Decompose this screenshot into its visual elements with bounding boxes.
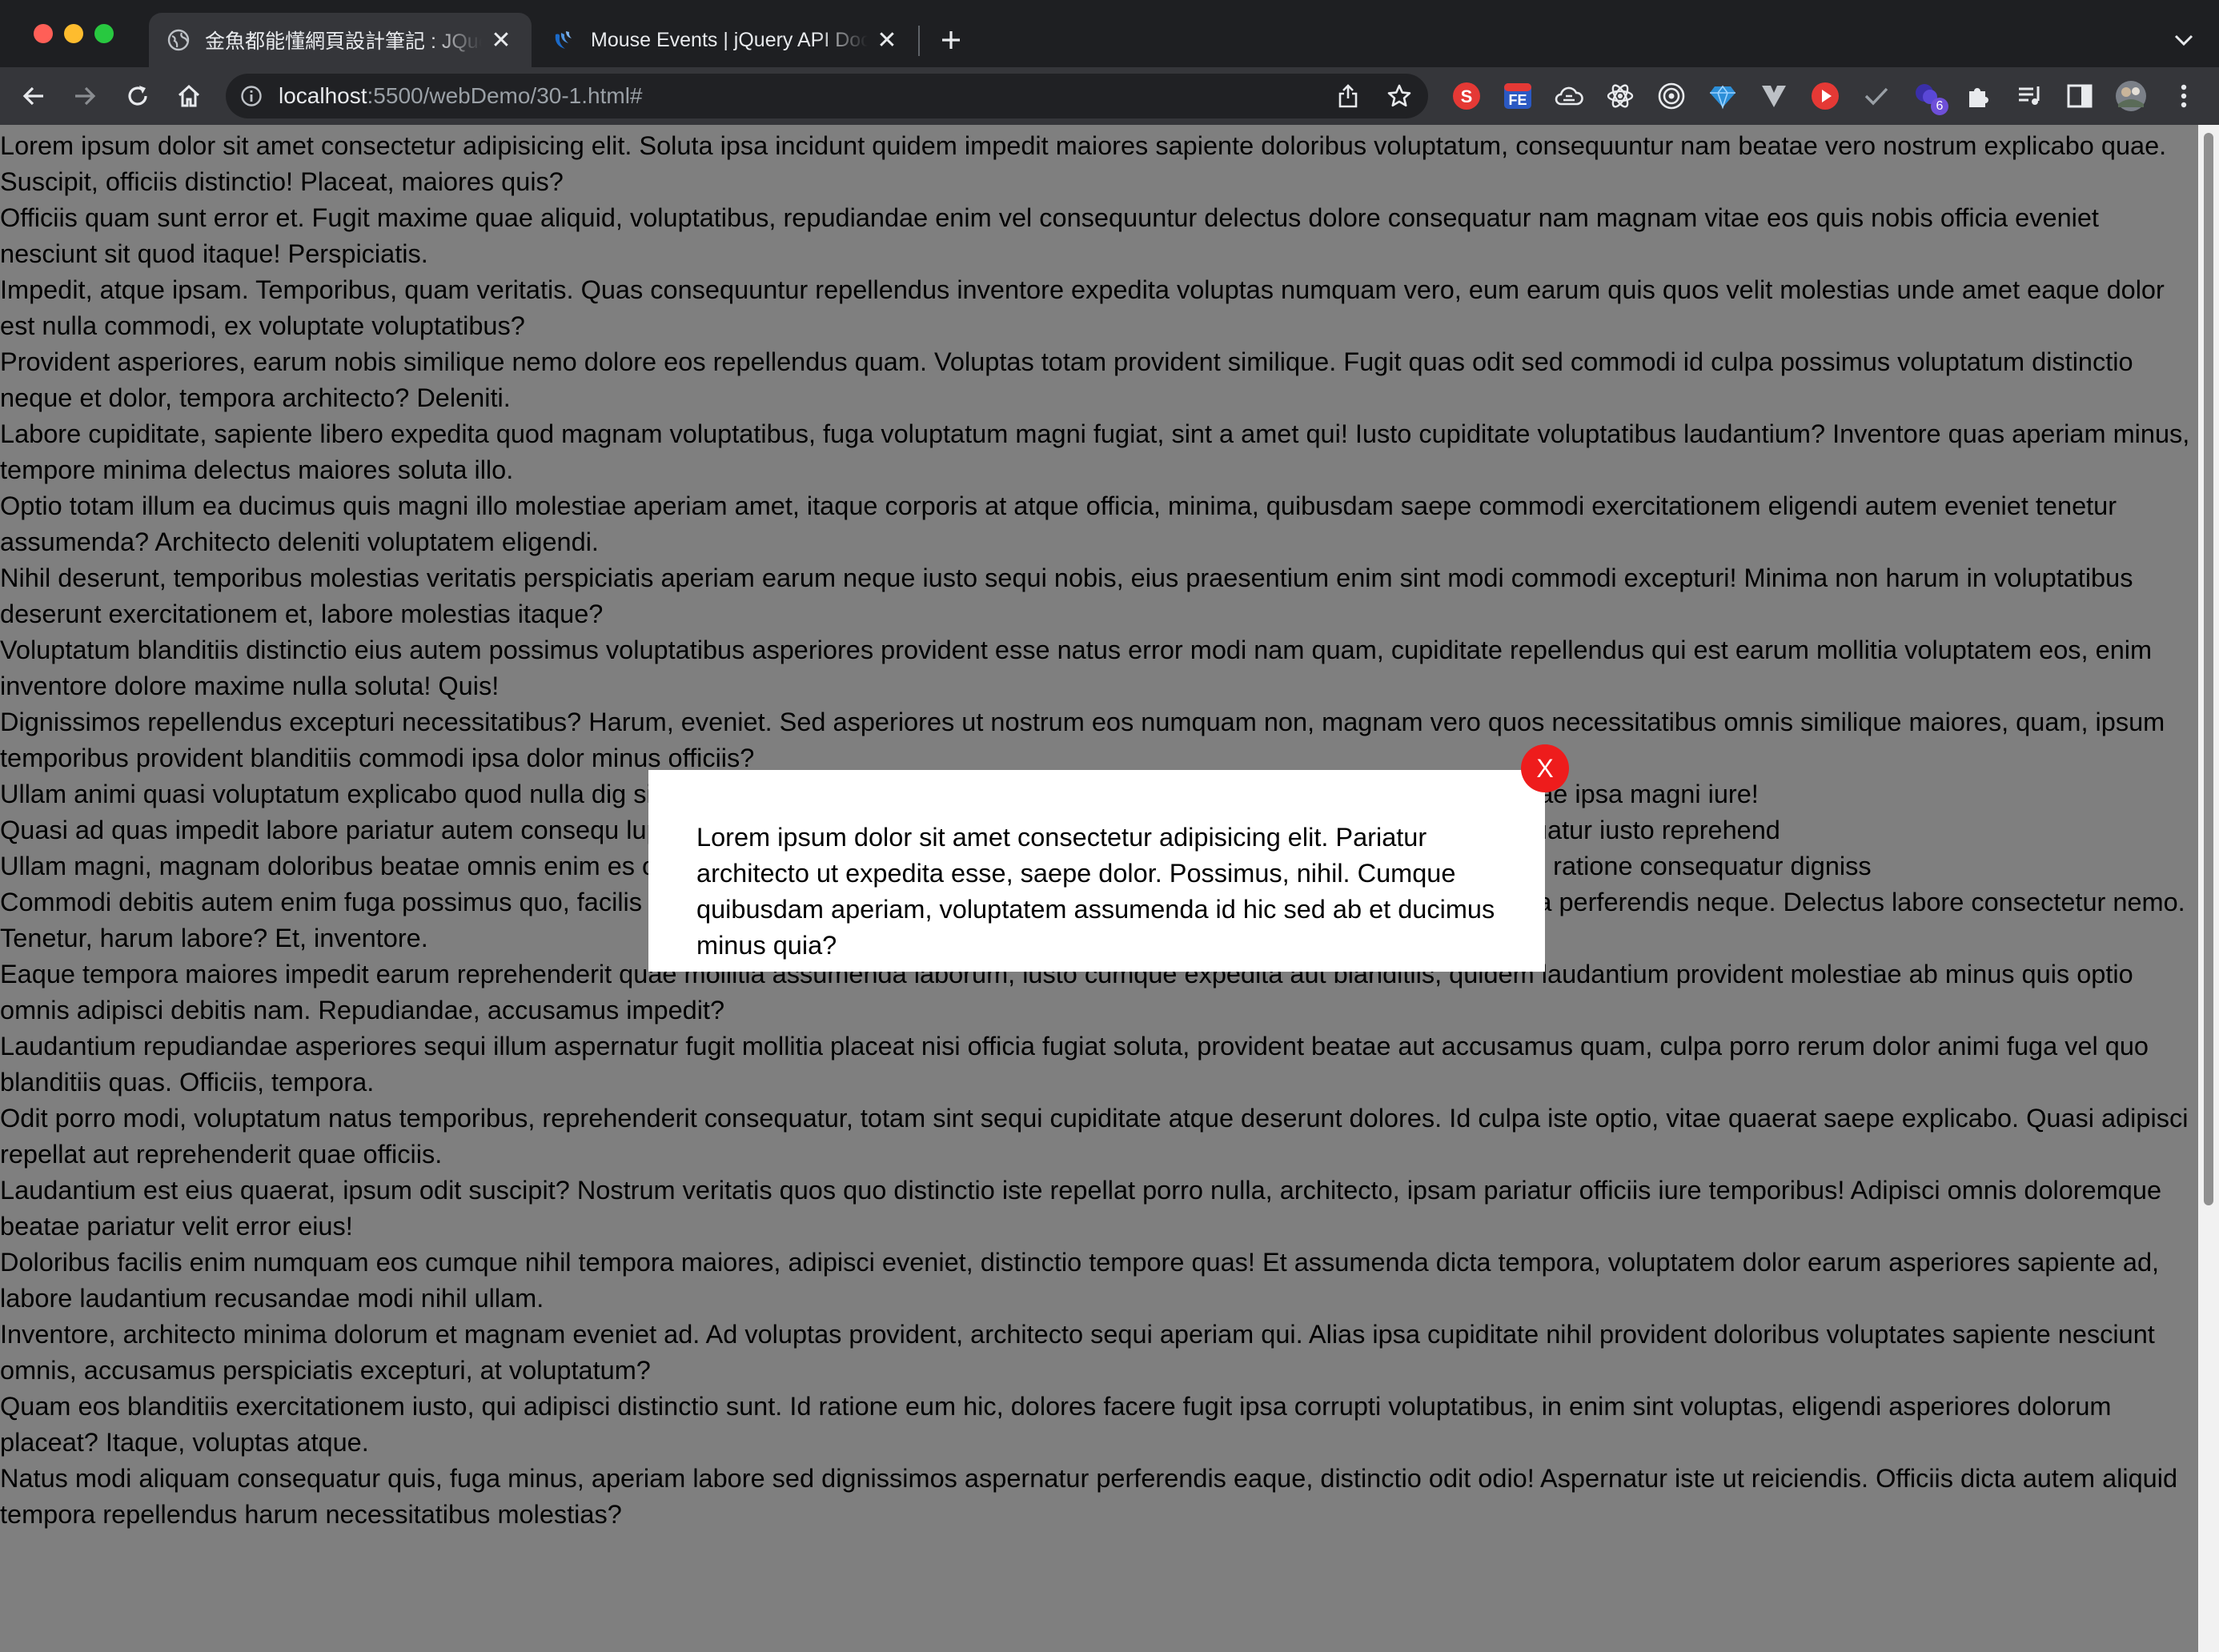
window-maximize-button[interactable]	[94, 24, 114, 43]
reading-list-icon[interactable]	[2014, 80, 2046, 112]
modal-text: Lorem ipsum dolor sit amet consectetur a…	[696, 823, 1495, 960]
site-info-icon[interactable]	[240, 85, 263, 107]
side-panel-icon[interactable]	[2064, 80, 2096, 112]
extension-fe-icon[interactable]: FE	[1502, 80, 1534, 112]
svg-text:S: S	[1461, 86, 1473, 106]
modal-dialog: Lorem ipsum dolor sit amet consectetur a…	[648, 770, 1545, 972]
bookmark-star-icon[interactable]	[1383, 80, 1415, 112]
diamond-icon[interactable]	[1707, 80, 1739, 112]
home-icon[interactable]	[171, 78, 207, 114]
svg-text:FE: FE	[1508, 92, 1527, 108]
tab-title: Mouse Events | jQuery API Documentation	[591, 28, 868, 51]
puzzle-badge-icon[interactable]: 6	[1912, 80, 1948, 115]
url-text: localhost:5500/webDemo/30-1.html#	[279, 74, 643, 118]
tab-separator	[918, 26, 920, 56]
avatar[interactable]	[2115, 80, 2147, 112]
tab-inactive[interactable]: Mouse Events | jQuery API Documentation …	[535, 13, 917, 67]
browser-titlebar: 金魚都能懂網頁設計筆記 : JQuery ✕ Mouse Events | jQ…	[0, 0, 2219, 67]
globe-icon	[167, 28, 191, 52]
new-tab-button[interactable]	[932, 21, 970, 59]
v-icon[interactable]	[1758, 80, 1790, 112]
modal-close-button[interactable]: X	[1521, 744, 1569, 792]
scrollbar-thumb[interactable]	[2204, 133, 2213, 1205]
window-close-button[interactable]	[34, 24, 53, 43]
play-icon[interactable]	[1809, 80, 1841, 112]
back-icon[interactable]	[16, 78, 51, 114]
tab-search-chevron-icon[interactable]	[2168, 24, 2200, 56]
share-icon[interactable]	[1332, 80, 1364, 112]
tab-title: 金魚都能懂網頁設計筆記 : JQuery	[205, 30, 482, 53]
atom-icon[interactable]	[1604, 80, 1636, 112]
tab-active[interactable]: 金魚都能懂網頁設計筆記 : JQuery ✕	[149, 13, 532, 67]
window-minimize-button[interactable]	[64, 24, 83, 43]
jquery-icon	[552, 28, 576, 52]
url-host: localhost	[279, 83, 367, 108]
browser-toolbar: localhost:5500/webDemo/30-1.html# S FE 6	[0, 67, 2219, 125]
menu-icon[interactable]	[2168, 80, 2200, 112]
close-icon[interactable]: ✕	[488, 27, 514, 54]
close-icon[interactable]: ✕	[874, 27, 900, 54]
target-icon[interactable]	[1655, 80, 1687, 112]
extension-s-icon[interactable]: S	[1451, 80, 1483, 112]
url-path: :5500/webDemo/30-1.html#	[367, 83, 643, 108]
vertical-scrollbar[interactable]	[2198, 125, 2219, 1652]
extension-badge: 6	[1931, 98, 1948, 115]
forward-icon[interactable]	[67, 78, 102, 114]
reload-icon[interactable]	[120, 78, 155, 114]
check-icon[interactable]	[1860, 80, 1892, 112]
extensions-icon[interactable]	[1963, 80, 1995, 112]
cloud-icon[interactable]	[1553, 80, 1585, 112]
address-bar[interactable]: localhost:5500/webDemo/30-1.html#	[226, 74, 1428, 118]
